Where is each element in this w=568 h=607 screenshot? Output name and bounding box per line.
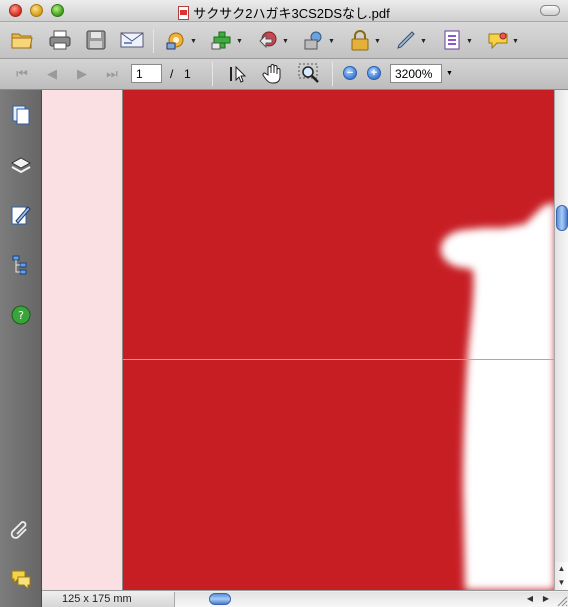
chevron-down-icon: ▼ — [190, 38, 197, 45]
forms-icon — [444, 30, 460, 50]
horizontal-scrollbar[interactable]: ◀ ▶ — [174, 592, 568, 607]
toolbar-separator — [332, 62, 333, 86]
zoom-level-field[interactable]: 3200% — [390, 64, 442, 83]
comment-icon — [488, 32, 508, 50]
sign-button[interactable]: ▼ — [302, 29, 338, 53]
scroll-left-icon[interactable]: ◀ — [523, 592, 537, 606]
resize-grip-icon[interactable] — [554, 593, 568, 607]
window-title: サクサク2ハガキ3CS2DSなし.pdf — [193, 6, 390, 21]
comment-button[interactable]: ▼ — [486, 29, 522, 53]
page-separator: / — [170, 67, 174, 81]
email-icon — [120, 32, 144, 48]
toolbar-toggle-button[interactable] — [540, 5, 560, 16]
title-bar[interactable]: サクサク2ハガキ3CS2DSなし.pdf — [0, 0, 568, 22]
chevron-down-icon[interactable]: ▼ — [446, 70, 453, 77]
page-margin-area — [42, 90, 122, 590]
export-icon — [259, 31, 277, 49]
document-view[interactable] — [122, 90, 554, 590]
chevron-down-icon: ▼ — [236, 38, 243, 45]
forms-button[interactable]: ▼ — [440, 29, 476, 53]
main-toolbar: ▼ ▼ ▼ ▼ ▼ ▼ ▼ ▼ — [0, 22, 568, 59]
export-button[interactable]: ▼ — [256, 29, 292, 53]
scroll-down-icon[interactable]: ▼ — [555, 576, 568, 590]
page-boundary-line — [123, 359, 554, 360]
chevron-down-icon: ▼ — [328, 38, 335, 45]
chevron-down-icon: ▼ — [512, 38, 519, 45]
secure-button[interactable]: ▼ — [164, 29, 200, 53]
chevron-down-icon: ▼ — [374, 38, 381, 45]
vertical-scroll-thumb[interactable] — [556, 205, 568, 231]
model-tree-icon[interactable] — [10, 254, 32, 276]
pdf-window: サクサク2ハガキ3CS2DSなし.pdf ▼ ▼ ▼ ▼ ▼ ▼ ▼ ▼ ⏮ ◀… — [0, 0, 568, 607]
help-icon[interactable]: ? — [10, 304, 32, 326]
marquee-zoom-icon[interactable] — [298, 63, 322, 85]
email-button[interactable] — [120, 29, 146, 53]
toolbar-separator — [153, 29, 154, 53]
secure-icon — [166, 32, 184, 50]
first-page-icon[interactable]: ⏮ — [14, 67, 30, 81]
zoomed-document-content — [440, 202, 554, 590]
status-bar: 125 x 175 mm ◀ ▶ — [42, 590, 568, 607]
pen-button[interactable]: ▼ — [394, 29, 430, 53]
toolbar-separator — [212, 62, 213, 86]
comments-icon[interactable] — [10, 568, 32, 590]
sign-icon — [304, 31, 322, 50]
lock-icon — [351, 30, 369, 51]
navigation-toolbar: ⏮ ◀ ▶ ⏭ / 1 − + 3200% ▼ — [0, 59, 568, 90]
save-button[interactable] — [84, 29, 110, 53]
save-icon — [86, 30, 106, 50]
select-tool-icon[interactable] — [228, 64, 248, 84]
navigation-pane: ? — [0, 90, 42, 607]
attachments-icon[interactable] — [10, 518, 32, 540]
layers-icon[interactable] — [10, 154, 32, 176]
open-icon — [11, 33, 33, 49]
window-title-area: サクサク2ハガキ3CS2DSなし.pdf — [0, 3, 568, 22]
open-button[interactable] — [10, 29, 36, 53]
next-page-icon[interactable]: ▶ — [74, 67, 90, 81]
lock-button[interactable]: ▼ — [348, 29, 384, 53]
previous-page-icon[interactable]: ◀ — [44, 67, 60, 81]
print-button[interactable] — [48, 29, 74, 53]
horizontal-scroll-thumb[interactable] — [209, 593, 231, 605]
create-pdf-icon — [211, 31, 231, 50]
print-icon — [49, 30, 71, 50]
signatures-icon[interactable] — [10, 204, 32, 226]
create-pdf-button[interactable]: ▼ — [210, 29, 246, 53]
pages-icon[interactable] — [10, 104, 32, 126]
last-page-icon[interactable]: ⏭ — [104, 67, 120, 81]
page-number-input[interactable] — [131, 64, 162, 83]
hand-tool-icon[interactable] — [262, 63, 284, 85]
chevron-down-icon: ▼ — [466, 38, 473, 45]
chevron-down-icon: ▼ — [420, 38, 427, 45]
page-size-label: 125 x 175 mm — [62, 593, 132, 605]
pen-icon — [397, 31, 415, 49]
svg-text:?: ? — [18, 309, 24, 322]
zoom-in-icon[interactable]: + — [367, 66, 381, 80]
chevron-down-icon: ▼ — [282, 38, 289, 45]
page-total: 1 — [184, 67, 191, 81]
scroll-up-icon[interactable]: ▲ — [555, 562, 568, 576]
zoom-out-icon[interactable]: − — [343, 66, 357, 80]
vertical-scrollbar[interactable]: ▲ ▼ — [554, 90, 568, 590]
pdf-document-icon — [178, 6, 190, 20]
scroll-right-icon[interactable]: ▶ — [539, 592, 553, 606]
